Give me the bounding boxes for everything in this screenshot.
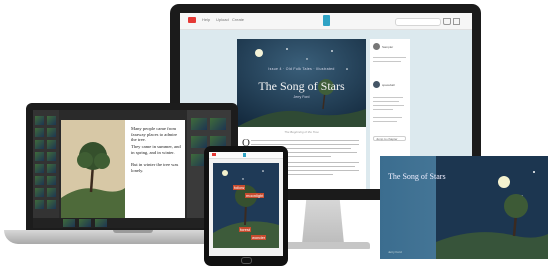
nav-link-help[interactable]: Help — [202, 17, 210, 22]
tablet-illustration: follow moonlight forest wonder — [213, 163, 279, 248]
youtube-icon[interactable] — [212, 153, 216, 156]
tablet-topbar — [209, 152, 283, 159]
divider — [373, 57, 406, 58]
story-paragraph: Many people came from faraway places to … — [131, 126, 178, 143]
page-thumbnail[interactable] — [35, 116, 44, 125]
sidebar-username[interactable]: spaceball — [382, 83, 395, 87]
page-thumbnail[interactable] — [35, 176, 44, 185]
page-thumbnail[interactable] — [95, 219, 107, 227]
text-line — [373, 101, 399, 102]
book-page-illustration — [61, 120, 125, 218]
cover-kicker: Issue 4 · Old Folk Tales · Illustrated — [268, 67, 335, 71]
book-author: Jerry Ford — [388, 250, 402, 254]
word-tag[interactable]: follow — [233, 185, 246, 190]
text-line — [251, 144, 359, 146]
laptop-screen: Many people came from faraway places to … — [33, 110, 231, 228]
text-line — [373, 109, 393, 110]
text-line — [373, 105, 404, 106]
brand-logo-icon[interactable] — [243, 153, 246, 157]
text-line — [251, 140, 359, 142]
page-thumbnail[interactable] — [47, 128, 56, 137]
story-paragraph: They came in summer, and in spring, and … — [131, 144, 181, 155]
text-line — [373, 61, 401, 62]
page-thumbnail[interactable] — [47, 152, 56, 161]
page-thumbnail[interactable] — [191, 136, 207, 148]
text-line — [373, 117, 402, 118]
avatar[interactable] — [373, 81, 380, 88]
night-tree-illustration — [213, 163, 279, 248]
page-thumbnail[interactable] — [47, 164, 56, 173]
home-button[interactable] — [241, 257, 252, 264]
menu-icon[interactable] — [453, 18, 460, 25]
tablet-screen: follow moonlight forest wonder — [209, 152, 283, 256]
text-line — [373, 121, 397, 122]
filmstrip-toolbar — [33, 218, 231, 228]
page-thumbnail[interactable] — [63, 219, 75, 227]
page-thumbnail[interactable] — [35, 140, 44, 149]
book-cover-illustration — [436, 156, 548, 259]
cover-title: The Song of Stars — [258, 79, 345, 93]
page-thumbnail[interactable] — [191, 118, 207, 130]
cover-author: Jerry Ford — [293, 95, 310, 99]
page-thumbnail[interactable] — [79, 219, 91, 227]
story-paragraph: But in winter the tree was lonely. — [131, 162, 179, 173]
youtube-icon[interactable] — [188, 17, 196, 23]
page-thumbnail[interactable] — [47, 176, 56, 185]
page-thumbnail[interactable] — [35, 152, 44, 161]
page-thumbnail[interactable] — [210, 118, 226, 130]
word-tag[interactable]: moonlight — [245, 193, 265, 198]
monitor-stand-foot — [276, 242, 370, 249]
story-cover: Issue 4 · Old Folk Tales · Illustrated T… — [237, 39, 366, 127]
book-title: The Song of Stars — [388, 172, 446, 181]
top-navbar: Help Upload Create — [180, 13, 472, 30]
monitor-stand — [302, 200, 344, 244]
search-input[interactable] — [395, 18, 441, 26]
page-thumbnail-panel — [33, 110, 59, 228]
word-tag[interactable]: wonder — [251, 235, 267, 240]
nav-link-create[interactable]: Create — [232, 17, 244, 22]
avatar[interactable] — [373, 43, 380, 50]
tree-illustration — [61, 120, 125, 218]
brand-logo-icon[interactable] — [323, 15, 330, 26]
nav-link-upload[interactable]: Upload — [216, 17, 229, 22]
chapter-select[interactable]: Jump to chapter — [373, 136, 406, 141]
page-thumbnail[interactable] — [35, 128, 44, 137]
book-page-text: Many people came from faraway places to … — [125, 120, 185, 218]
page-thumbnail[interactable] — [35, 164, 44, 173]
text-line — [373, 97, 403, 98]
page-thumbnail[interactable] — [47, 188, 56, 197]
page-thumbnail[interactable] — [47, 200, 56, 209]
cart-icon[interactable] — [443, 18, 451, 25]
laptop-notch — [113, 230, 153, 233]
word-tag[interactable]: forest — [239, 227, 252, 232]
sidebar-username[interactable]: Sampler — [382, 45, 393, 49]
page-thumbnail[interactable] — [35, 200, 44, 209]
printed-book: The Song of Stars Jerry Ford — [380, 156, 548, 259]
page-thumbnail[interactable] — [35, 188, 44, 197]
chapter-caption: The Beginning of the Tree — [284, 130, 319, 134]
page-thumbnail[interactable] — [47, 140, 56, 149]
page-thumbnail[interactable] — [47, 116, 56, 125]
